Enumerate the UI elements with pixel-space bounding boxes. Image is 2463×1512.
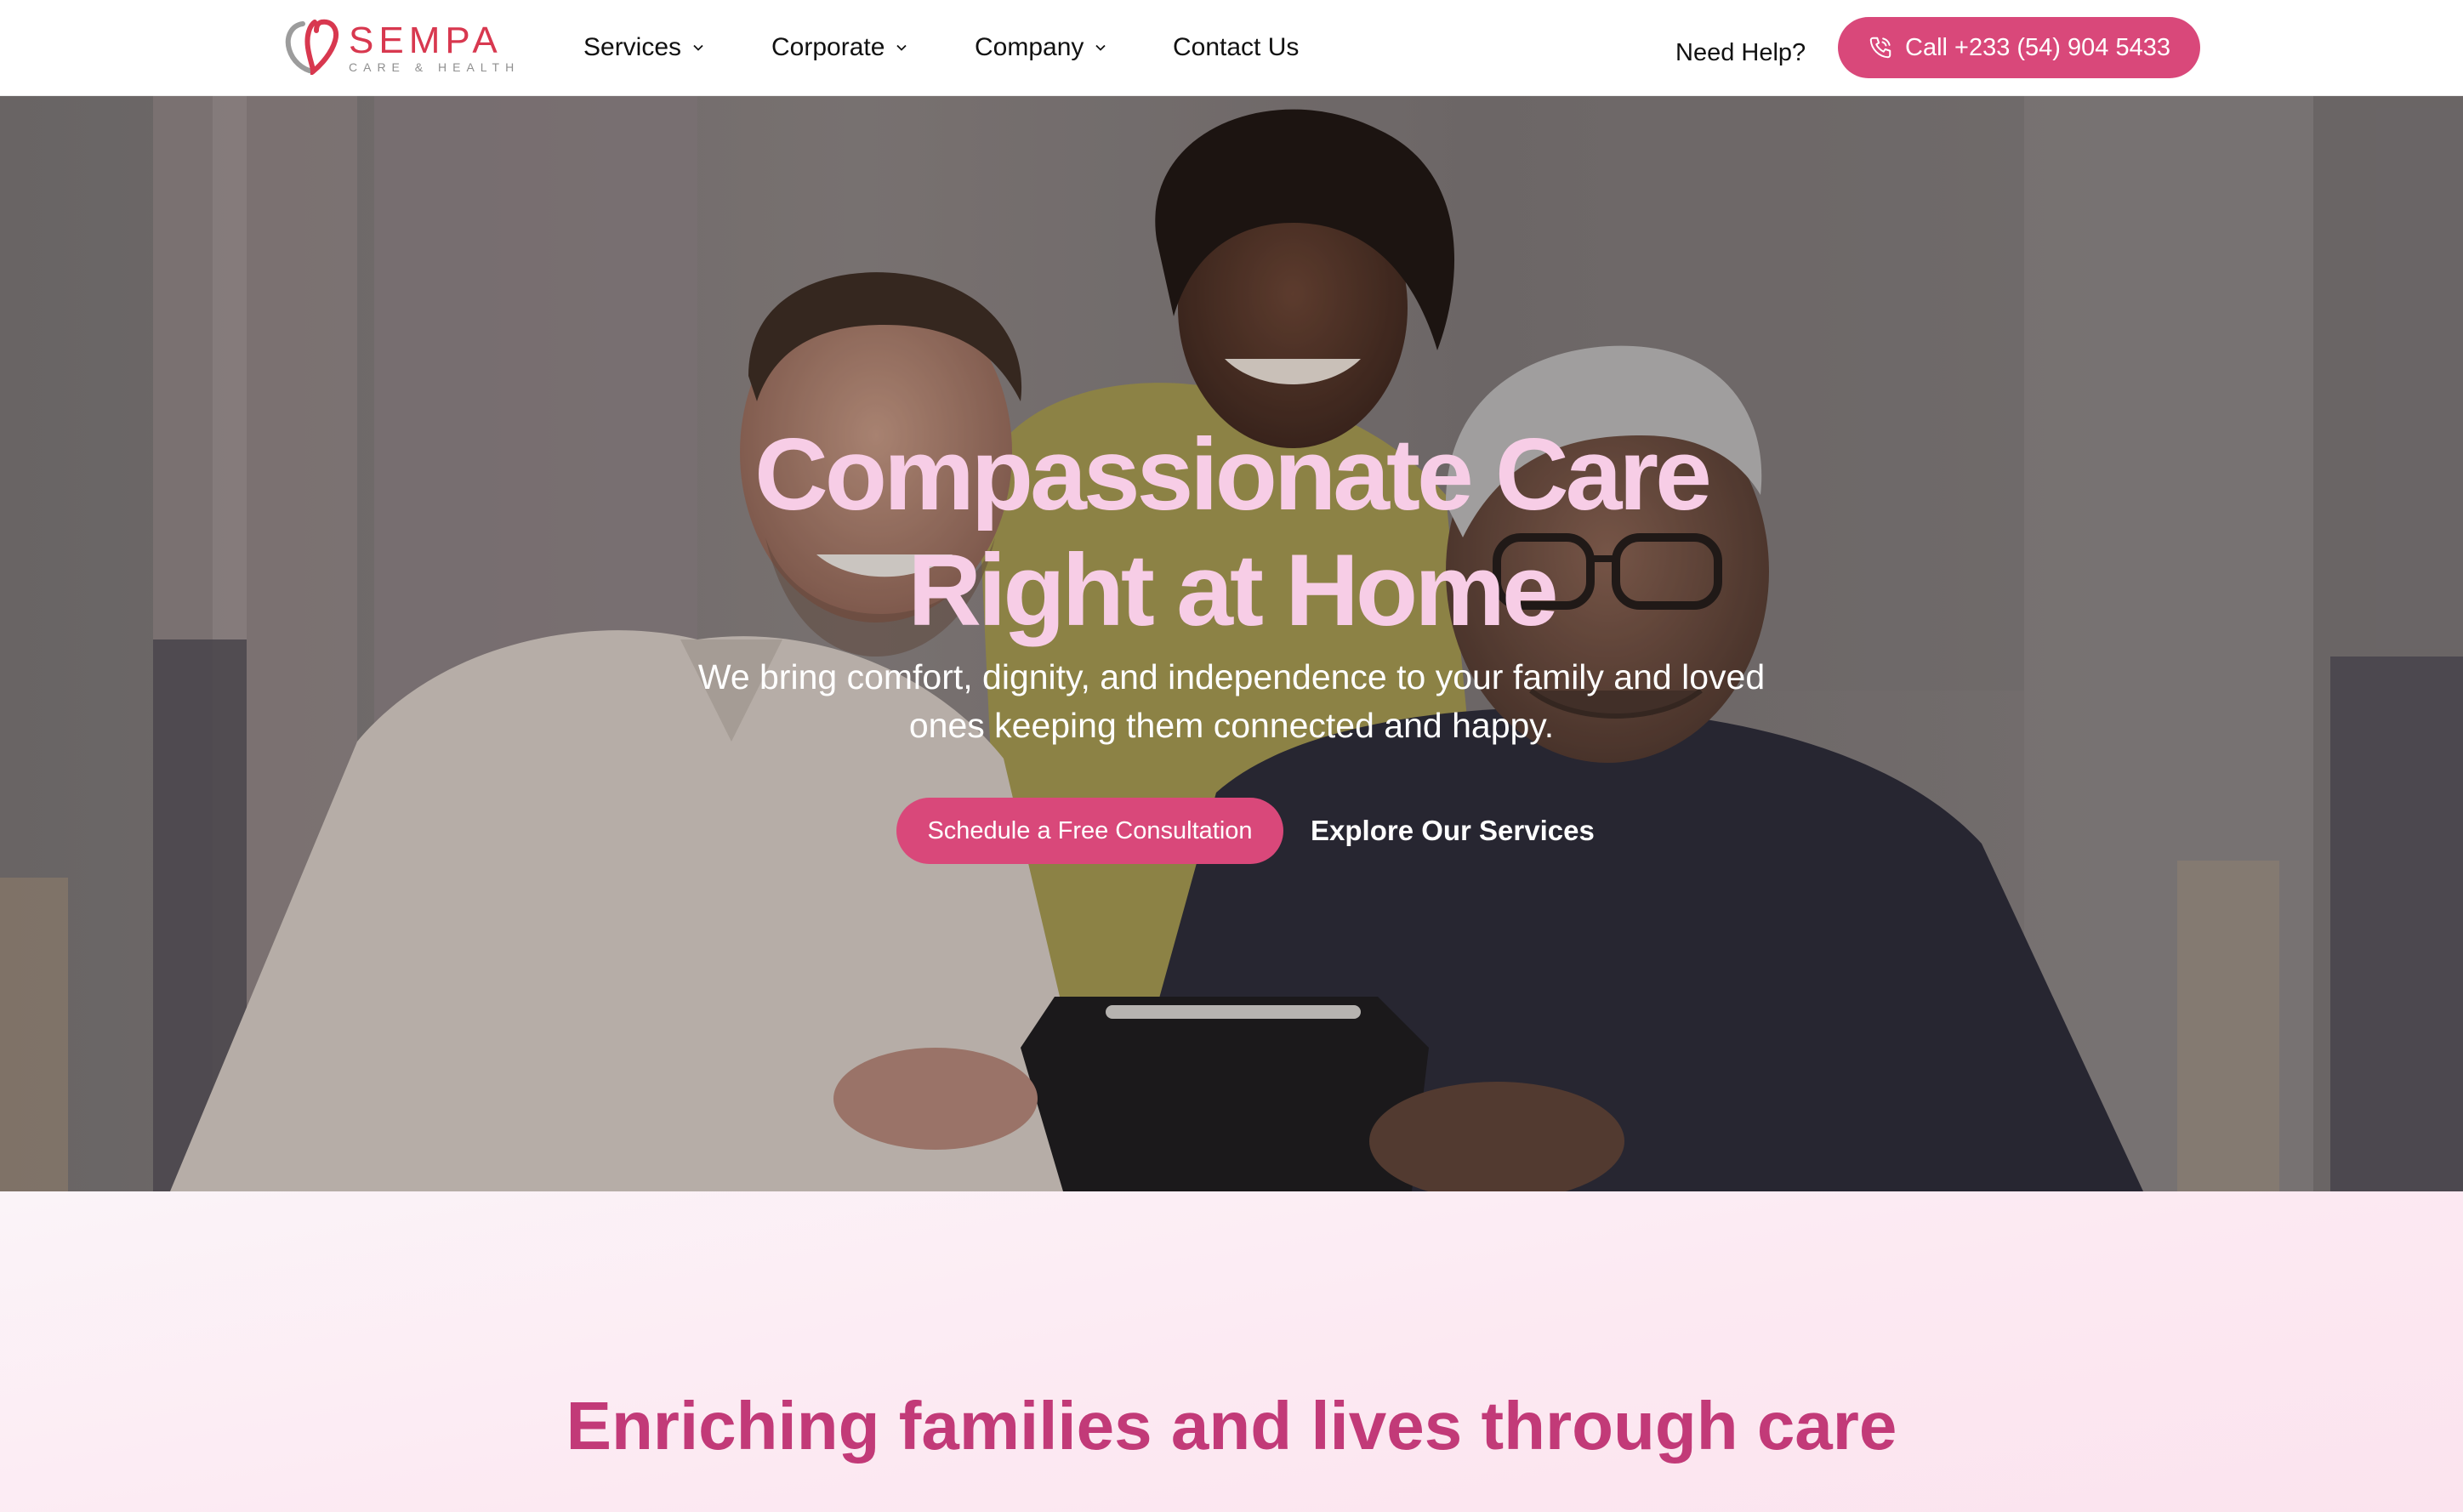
nav-item-label: Contact Us bbox=[1173, 33, 1300, 61]
nav-item-label: Corporate bbox=[771, 33, 885, 61]
nav-item-label: Services bbox=[583, 33, 682, 61]
schedule-consultation-button[interactable]: Schedule a Free Consultation bbox=[896, 798, 1283, 864]
nav-item-company[interactable]: Company bbox=[975, 29, 1107, 66]
explore-services-link[interactable]: Explore Our Services bbox=[1311, 808, 1595, 854]
chevron-down-icon bbox=[693, 44, 703, 51]
nav-item-label: Company bbox=[975, 33, 1084, 61]
hero-subtitle: We bring comfort, dignity, and independe… bbox=[697, 657, 1766, 745]
nav-item-corporate[interactable]: Corporate bbox=[771, 29, 908, 66]
brand-tagline: CARE & HEALTH bbox=[349, 60, 520, 74]
hero-section: Compassionate Care Right at Home We brin… bbox=[0, 95, 2463, 1191]
heart-outline-icon bbox=[285, 19, 338, 75]
chevron-down-icon bbox=[1095, 44, 1106, 51]
call-button[interactable]: Call +233 (54) 904 5433 bbox=[1838, 17, 2200, 78]
nav-item-contact-us[interactable]: Contact Us bbox=[1173, 29, 1299, 66]
top-navigation: SEMPA CARE & HEALTH Services Corporate C… bbox=[0, 0, 2463, 96]
phone-icon bbox=[1869, 37, 1891, 59]
mission-section: Enriching families and lives through car… bbox=[0, 1191, 2463, 1512]
section-heading: Enriching families and lives through car… bbox=[566, 1388, 1897, 1464]
brand-logo[interactable]: SEMPA CARE & HEALTH bbox=[284, 19, 514, 75]
need-help-label: Need Help? bbox=[1675, 39, 1806, 66]
call-button-label: Call +233 (54) 904 5433 bbox=[1905, 33, 2170, 61]
nav-item-services[interactable]: Services bbox=[583, 29, 705, 66]
hero-title-line-2: Right at Home bbox=[907, 533, 1558, 647]
brand-name: SEMPA bbox=[349, 20, 503, 61]
hero-title-line-1: Compassionate Care bbox=[754, 418, 1712, 531]
chevron-down-icon bbox=[896, 44, 907, 51]
hero-title: Compassionate Care Right at Home bbox=[0, 417, 2463, 648]
